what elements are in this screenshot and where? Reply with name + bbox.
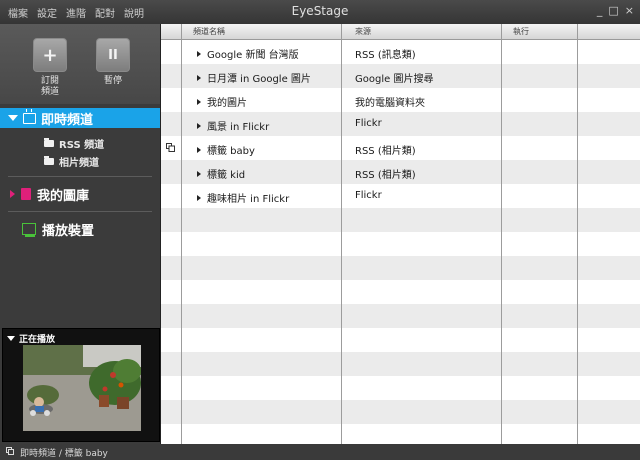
channel-name-cell[interactable]: 標籤 kid	[197, 166, 245, 181]
source-cell: 我的電腦資料夾	[355, 98, 425, 109]
now-playing-label: 正在播放	[19, 335, 56, 345]
photo-thumbnail-image	[23, 345, 141, 431]
expand-arrow-icon[interactable]	[197, 50, 201, 57]
table-row[interactable]: Google 新聞 台灣版 RSS (訊息類)	[161, 40, 640, 64]
table-row	[161, 304, 640, 328]
expand-arrow-icon	[7, 336, 15, 341]
table-row	[161, 400, 640, 424]
channel-name: 日月潭 in Google 圖片	[207, 74, 311, 85]
sidebar-item-live-channels[interactable]: 即時頻道	[0, 108, 160, 128]
folder-icon	[44, 137, 54, 147]
channel-name-cell[interactable]: 風景 in Flickr	[197, 118, 269, 133]
maximize-button[interactable]: □	[608, 4, 618, 17]
table-row	[161, 232, 640, 256]
sidebar-item-player[interactable]: 播放裝置	[0, 218, 160, 240]
expand-arrow-icon[interactable]	[197, 74, 201, 81]
collapse-arrow-icon	[10, 190, 15, 198]
folder-icon	[44, 155, 54, 165]
pause-tool: II 暫停	[96, 38, 130, 87]
table-row	[161, 280, 640, 304]
expand-arrow-icon[interactable]	[197, 146, 201, 153]
now-playing-thumbnail[interactable]	[23, 345, 141, 431]
expand-arrow-icon	[8, 115, 18, 121]
app-title: EyeStage	[291, 4, 349, 18]
column-header-run[interactable]: 執行	[513, 26, 529, 37]
channel-name: 趣味相片 in Flickr	[207, 194, 290, 205]
expand-arrow-icon[interactable]	[197, 194, 201, 201]
column-divider	[577, 24, 578, 444]
divider	[8, 176, 152, 177]
sidebar-item-label: 即時頻道	[41, 112, 94, 128]
channel-name: 我的圖片	[207, 98, 247, 109]
subscribe-label: 訂閱 頻道	[40, 76, 59, 97]
channel-name: 風景 in Flickr	[207, 122, 270, 133]
table-row[interactable]: 風景 in Flickr Flickr	[161, 112, 640, 136]
divider	[8, 211, 152, 212]
source-cell: Google 圖片搜尋	[355, 74, 434, 85]
pause-icon: II	[108, 47, 118, 63]
channel-name: Google 新聞 台灣版	[207, 50, 299, 61]
table-row[interactable]: 日月潭 in Google 圖片 Google 圖片搜尋	[161, 64, 640, 88]
minimize-button[interactable]: _	[597, 4, 603, 17]
table-row	[161, 256, 640, 280]
sidebar-item-label: 播放裝置	[42, 223, 95, 239]
subscribe-button[interactable]: +	[33, 38, 67, 72]
channel-name-cell[interactable]: Google 新聞 台灣版	[197, 46, 299, 61]
table-row[interactable]: 標籤 kid RSS (相片類)	[161, 160, 640, 184]
table-row	[161, 352, 640, 376]
table-row[interactable]: 我的圖片 我的電腦資料夾	[161, 88, 640, 112]
channel-name: 標籤 baby	[207, 146, 255, 157]
table-row	[161, 376, 640, 400]
sidebar-item-label: 相片頻道	[59, 157, 99, 169]
sidebar-nav: 即時頻道 RSS 頻道 相片頻道 我的圖庫 播放裝置	[0, 108, 160, 240]
channel-name-cell[interactable]: 日月潭 in Google 圖片	[197, 70, 311, 85]
tv-icon	[23, 108, 36, 124]
toolbar: + 訂閱 頻道 II 暫停	[0, 24, 160, 104]
sidebar-item-rss-channels[interactable]: RSS 頻道	[0, 134, 160, 152]
sidebar-item-library[interactable]: 我的圖庫	[0, 183, 160, 205]
column-header-channel-name[interactable]: 頻道名稱	[193, 26, 225, 37]
sidebar-item-label: RSS 頻道	[59, 139, 105, 151]
column-header-source[interactable]: 來源	[355, 26, 371, 37]
now-playing-icon	[166, 143, 175, 152]
table-row	[161, 328, 640, 352]
library-icon	[18, 188, 31, 200]
channel-name: 標籤 kid	[207, 170, 246, 181]
pause-label: 暫停	[103, 76, 122, 86]
sidebar: + 訂閱 頻道 II 暫停 即時頻道 RSS 頻道 相片頻道 我的圖庫 播放裝置…	[0, 24, 160, 444]
table-row[interactable]: 趣味相片 in Flickr Flickr	[161, 184, 640, 208]
source-cell: RSS (相片類)	[355, 170, 416, 181]
source-cell: Flickr	[355, 190, 382, 201]
source-cell: RSS (訊息類)	[355, 50, 416, 61]
channel-table: 頻道名稱 來源 執行 Google 新聞 台灣版 RSS (訊息類) 日月潭 in …	[160, 24, 640, 448]
source-cell: RSS (相片類)	[355, 146, 416, 157]
subscribe-tool: + 訂閱 頻道	[33, 38, 67, 98]
pause-button[interactable]: II	[96, 38, 130, 72]
now-playing-header[interactable]: 正在播放	[3, 329, 159, 345]
monitor-icon	[22, 223, 36, 237]
channel-name-cell[interactable]: 標籤 baby	[197, 142, 255, 157]
table-header: 頻道名稱 來源 執行	[161, 24, 640, 40]
table-row	[161, 208, 640, 232]
source-cell: Flickr	[355, 118, 382, 129]
plus-icon: +	[42, 44, 58, 66]
column-divider	[501, 24, 502, 444]
channel-name-cell[interactable]: 趣味相片 in Flickr	[197, 190, 289, 205]
expand-arrow-icon[interactable]	[197, 170, 201, 177]
column-divider	[181, 24, 182, 444]
column-divider	[341, 24, 342, 444]
title-bar: 檔案 設定 進階 配對 說明 EyeStage _ □ ×	[0, 0, 640, 24]
window-controls: _ □ ×	[597, 4, 634, 17]
sidebar-item-label: 我的圖庫	[37, 188, 90, 204]
expand-arrow-icon[interactable]	[197, 98, 201, 105]
status-bar: 即時頻道 / 標籤 baby	[0, 444, 640, 460]
status-text: 即時頻道 / 標籤 baby	[20, 449, 108, 459]
table-row[interactable]: 標籤 baby RSS (相片類)	[161, 136, 640, 160]
sidebar-item-photo-channels[interactable]: 相片頻道	[0, 152, 160, 170]
expand-arrow-icon[interactable]	[197, 122, 201, 129]
now-playing-panel: 正在播放	[2, 328, 160, 442]
copy-icon	[6, 447, 14, 455]
close-button[interactable]: ×	[625, 4, 634, 17]
channel-name-cell[interactable]: 我的圖片	[197, 94, 247, 109]
